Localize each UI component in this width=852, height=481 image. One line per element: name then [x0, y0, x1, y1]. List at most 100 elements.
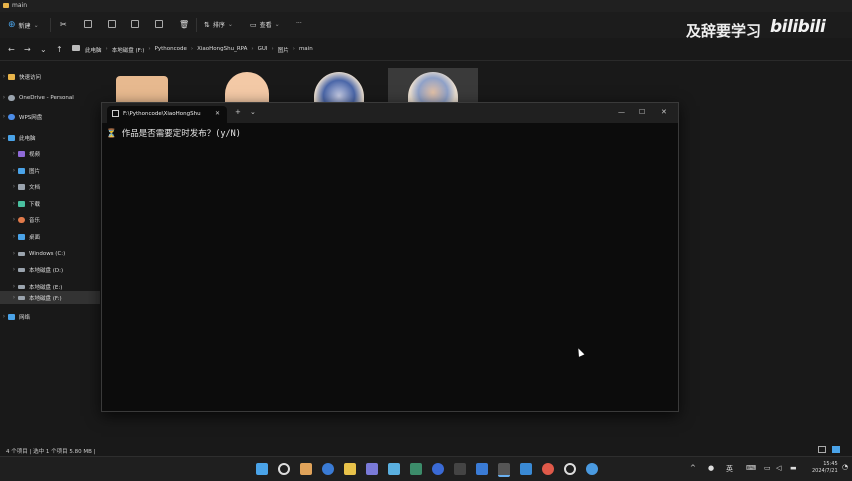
app-icon[interactable]: [410, 463, 422, 475]
sidebar-item-label: 音乐: [29, 217, 41, 224]
new-button[interactable]: ⊕ 新建 ⌄: [8, 20, 39, 30]
vscode-icon[interactable]: [476, 463, 488, 475]
more-icon: ···: [296, 20, 302, 27]
sidebar-item-music[interactable]: › 音乐: [0, 213, 110, 226]
sidebar-item-drive-d[interactable]: › 本地磁盘 (D:): [0, 263, 110, 276]
image-thumbnail[interactable]: [314, 72, 364, 106]
divider: [50, 18, 51, 32]
sidebar-item-label: 文档: [29, 184, 41, 191]
tab-dropdown-button[interactable]: ⌄: [250, 108, 256, 116]
cloud-icon: [8, 94, 15, 101]
close-button[interactable]: ✕: [661, 108, 667, 116]
tab-close-icon[interactable]: ✕: [215, 110, 220, 117]
file-explorer-icon[interactable]: [344, 463, 356, 475]
window-title: main: [12, 2, 27, 9]
breadcrumb-item[interactable]: XiaoHongShu_RPA: [197, 46, 247, 54]
terminal-icon[interactable]: [454, 463, 466, 475]
app-icon[interactable]: [366, 463, 378, 475]
copy-button[interactable]: [84, 20, 92, 28]
sidebar-item-onedrive[interactable]: › OneDrive - Personal: [0, 91, 100, 104]
sidebar-item-network[interactable]: › 网络: [0, 310, 100, 323]
breadcrumb-item[interactable]: 本地磁盘 (F:): [112, 46, 145, 54]
app-icon[interactable]: [432, 463, 444, 475]
app-icon[interactable]: [388, 463, 400, 475]
sidebar-item-drive-f[interactable]: › 本地磁盘 (F:): [0, 291, 100, 304]
app-icon[interactable]: [300, 463, 312, 475]
battery-icon[interactable]: ▬: [790, 464, 797, 472]
terminal-tab[interactable]: F:\Pythoncode\XiaoHongShu ✕: [107, 106, 227, 123]
sidebar-item-wps[interactable]: › WPS网盘: [0, 110, 100, 123]
details-view-icon[interactable]: [818, 446, 826, 453]
show-hidden-icons-icon[interactable]: ^: [690, 464, 696, 472]
sidebar-item-label: Windows (C:): [29, 250, 66, 257]
breadcrumb-item[interactable]: 图片: [278, 46, 289, 54]
view-button-label: 查看: [259, 22, 272, 29]
new-tab-button[interactable]: +: [235, 108, 241, 116]
breadcrumb-item[interactable]: GUI: [258, 46, 268, 54]
recent-button[interactable]: ⌄: [40, 45, 47, 54]
status-bar: 4 个项目 | 选中 1 个项目 5.80 MB |: [0, 444, 852, 456]
maximize-button[interactable]: ☐: [639, 108, 645, 116]
terminal-icon[interactable]: [498, 463, 510, 477]
minimize-button[interactable]: —: [618, 108, 625, 116]
app-icon[interactable]: [520, 463, 532, 475]
search-icon[interactable]: [278, 463, 290, 475]
rename-icon: [131, 20, 139, 28]
breadcrumb-item[interactable]: 此电脑: [85, 46, 102, 54]
volume-icon[interactable]: ◁: [776, 464, 781, 472]
sidebar-item-this-pc[interactable]: ⌄ 此电脑: [0, 131, 100, 144]
breadcrumb-item[interactable]: main: [299, 46, 313, 54]
app-icon[interactable]: [586, 463, 598, 475]
view-button[interactable]: ▭ 查看 ⌄: [250, 20, 280, 30]
keyboard-icon[interactable]: ⌨: [746, 464, 756, 472]
paste-button[interactable]: [108, 20, 116, 28]
sidebar-item-label: 网络: [19, 314, 31, 321]
sidebar-item-desktop[interactable]: › 桌面: [0, 230, 110, 243]
sidebar-item-quick-access[interactable]: › 快速访问: [0, 70, 100, 83]
image-thumbnail[interactable]: [225, 72, 269, 106]
drive-icon: [18, 267, 25, 272]
sort-button[interactable]: ⇅ 排序 ⌄: [204, 20, 233, 30]
edge-icon[interactable]: [322, 463, 334, 475]
microphone-icon[interactable]: ●: [708, 464, 714, 472]
terminal-window[interactable]: F:\Pythoncode\XiaoHongShu ✕ + ⌄ — ☐ ✕ ⏳ …: [101, 102, 679, 412]
bilibili-logo: bilibili: [770, 17, 826, 37]
window-title-bar: main: [0, 0, 852, 12]
large-icons-view-icon[interactable]: [832, 446, 840, 453]
sort-icon: ⇅: [204, 20, 210, 29]
up-button[interactable]: ↑: [56, 45, 63, 54]
sidebar-item-drive-c[interactable]: › Windows (C:): [0, 247, 110, 260]
sidebar-item-downloads[interactable]: › 下载: [0, 197, 110, 210]
document-icon: [18, 183, 25, 190]
folder-icon: [3, 3, 9, 8]
forward-button[interactable]: →: [24, 45, 31, 54]
sidebar-item-pictures[interactable]: › 图片: [0, 164, 110, 177]
chevron-down-icon: ⌄: [274, 21, 280, 28]
sidebar-item-videos[interactable]: › 视频: [0, 147, 110, 160]
delete-button[interactable]: 🗑: [179, 20, 189, 29]
hourglass-icon: ⏳: [106, 129, 117, 139]
back-button[interactable]: ←: [8, 45, 15, 54]
status-text: 4 个项目 | 选中 1 个项目 5.80 MB |: [6, 449, 96, 455]
search-icon[interactable]: [564, 463, 576, 475]
clock[interactable]: 15:45 2024/7/21: [812, 461, 838, 475]
share-button[interactable]: [155, 20, 163, 28]
paste-icon: [108, 20, 116, 28]
drive-icon: [18, 251, 25, 256]
taskbar: ^ ● 英 ⌨ ▭ ◁ ▬ 15:45 2024/7/21 ◔: [0, 456, 852, 481]
rename-button[interactable]: [131, 20, 139, 28]
new-button-label: 新建: [18, 22, 31, 30]
sidebar-item-documents[interactable]: › 文档: [0, 180, 110, 193]
prompt-text: 作品是否需要定时发布？(y/N): [121, 129, 241, 139]
start-icon[interactable]: [256, 463, 268, 475]
input-language-indicator[interactable]: 英: [726, 464, 733, 474]
sidebar-item-label: 下载: [29, 201, 41, 208]
breadcrumb[interactable]: 此电脑 › 本地磁盘 (F:) › Pythoncode › XiaoHongShu_…: [85, 46, 313, 54]
breadcrumb-item[interactable]: Pythoncode: [155, 46, 187, 54]
app-icon[interactable]: [542, 463, 554, 475]
network-icon[interactable]: ▭: [764, 464, 771, 472]
more-button[interactable]: ···: [296, 20, 302, 27]
cut-button[interactable]: ✂: [60, 20, 67, 29]
chevron-down-icon: ⌄: [227, 21, 233, 28]
notification-icon[interactable]: ◔: [842, 463, 848, 471]
